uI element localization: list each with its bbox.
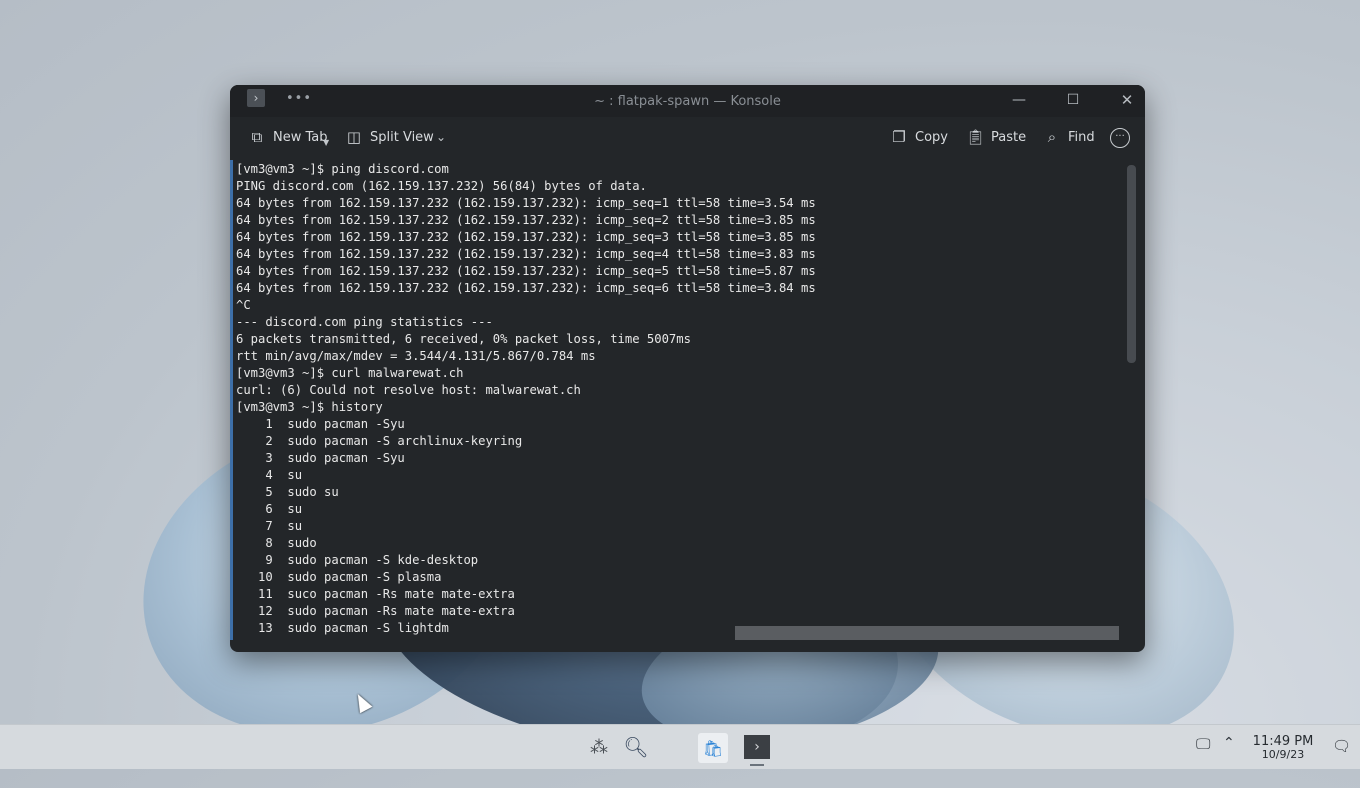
terminal-line: [vm3@vm3 ~]$ curl malwarewat.ch	[236, 366, 464, 380]
terminal-line: 6 packets transmitted, 6 received, 0% pa…	[236, 332, 691, 346]
clock-date[interactable]: 10/9/23	[1246, 748, 1320, 761]
terminal-line: 6 su	[236, 502, 303, 516]
split-view-button[interactable]: ◫ Split View	[345, 125, 434, 149]
terminal-line: [vm3@vm3 ~]$ ping discord.com	[236, 162, 449, 176]
split-view-label: Split View	[370, 129, 434, 145]
chevron-down-icon[interactable]: ⌄	[436, 125, 446, 149]
terminal-line: 8 sudo	[236, 536, 317, 550]
notifications-icon[interactable]: 🗨︎	[1332, 737, 1351, 755]
find-button[interactable]: ⌕ Find	[1043, 125, 1095, 149]
terminal-line: 64 bytes from 162.159.137.232 (162.159.1…	[236, 213, 816, 227]
maximize-button[interactable]: ☐	[1058, 88, 1088, 112]
terminal-line: rtt min/avg/max/mdev = 3.544/4.131/5.867…	[236, 349, 596, 363]
terminal-line: 5 sudo su	[236, 485, 339, 499]
copy-label: Copy	[915, 129, 948, 145]
terminal-line: 64 bytes from 162.159.137.232 (162.159.1…	[236, 264, 816, 278]
terminal-line: PING discord.com (162.159.137.232) 56(84…	[236, 179, 647, 193]
terminal-line: --- discord.com ping statistics ---	[236, 315, 493, 329]
split-view-icon: ◫	[346, 128, 362, 146]
terminal-output[interactable]: [vm3@vm3 ~]$ ping discord.com PING discor…	[230, 160, 1126, 640]
terminal-line: 11 suco pacman -Rs mate mate-extra	[236, 587, 515, 601]
terminal-line: 13 sudo pacman -S lightdm	[236, 621, 449, 635]
toolbar: ⧉ New Tab ▼ ◫ Split View ⌄ ❐ Copy 📋︎ Pas…	[230, 117, 1145, 160]
title-bar[interactable]: › ••• ~ : flatpak-spawn — Konsole — ☐ ✕	[230, 85, 1145, 117]
terminal-line: 1 sudo pacman -Syu	[236, 417, 405, 431]
close-button[interactable]: ✕	[1112, 88, 1142, 112]
clock-time[interactable]: 11:49 PM	[1246, 734, 1320, 749]
konsole-task-icon[interactable]: ›	[744, 735, 770, 759]
terminal-line: 64 bytes from 162.159.137.232 (162.159.1…	[236, 230, 816, 244]
terminal-scrollbar[interactable]	[1127, 165, 1136, 363]
terminal-line: 2 sudo pacman -S archlinux-keyring	[236, 434, 523, 448]
terminal-line: 64 bytes from 162.159.137.232 (162.159.1…	[236, 196, 816, 210]
terminal-line: 12 sudo pacman -Rs mate mate-extra	[236, 604, 515, 618]
new-tab-button[interactable]: ⧉ New Tab	[248, 125, 328, 149]
copy-icon: ❐	[892, 128, 906, 146]
display-config-icon[interactable]: 🖵	[1196, 735, 1210, 753]
search-icon: ⌕	[1047, 128, 1057, 146]
terminal-line: 9 sudo pacman -S kde-desktop	[236, 553, 479, 567]
terminal-lines: [vm3@vm3 ~]$ ping discord.com PING discor…	[236, 161, 816, 637]
find-label: Find	[1068, 129, 1095, 145]
active-task-indicator	[750, 764, 764, 766]
terminal-line: curl: (6) Could not resolve host: malwar…	[236, 383, 581, 397]
terminal-line: 4 su	[236, 468, 303, 482]
terminal-line: 64 bytes from 162.159.137.232 (162.159.1…	[236, 281, 816, 295]
paste-label: Paste	[991, 129, 1027, 145]
taskbar: ⁂ 🔍︎ 🛍︎ › 🖵 ⌃ 11:49 PM 10/9/23 🗨︎	[0, 724, 1360, 769]
konsole-window: › ••• ~ : flatpak-spawn — Konsole — ☐ ✕ …	[230, 85, 1145, 652]
new-tab-icon: ⧉	[251, 128, 263, 146]
new-tab-label: New Tab	[273, 129, 328, 145]
paste-button[interactable]: 📋︎ Paste	[966, 125, 1026, 149]
terminal-line: 7 su	[236, 519, 303, 533]
chevron-up-icon[interactable]: ⌃	[1223, 735, 1235, 751]
software-store-icon[interactable]: 🛍︎	[698, 733, 728, 763]
search-icon[interactable]: 🔍︎	[622, 733, 650, 761]
more-options-icon[interactable]: ···	[1110, 128, 1130, 148]
copy-button[interactable]: ❐ Copy	[890, 125, 948, 149]
terminal-line: [vm3@vm3 ~]$ history	[236, 400, 383, 414]
paste-icon: 📋︎	[966, 128, 986, 146]
minimize-button[interactable]: —	[1004, 88, 1034, 112]
terminal-line: 3 sudo pacman -Syu	[236, 451, 405, 465]
terminal-line: 10 sudo pacman -S plasma	[236, 570, 442, 584]
new-tab-menu-icon[interactable]: ▼	[323, 138, 329, 147]
terminal-line: 64 bytes from 162.159.137.232 (162.159.1…	[236, 247, 816, 261]
app-launcher-icon[interactable]: ⁂	[585, 733, 613, 761]
terminal-line: ^C	[236, 298, 251, 312]
